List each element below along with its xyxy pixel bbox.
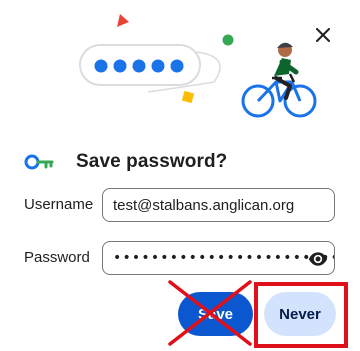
close-icon xyxy=(316,28,330,42)
red-triangle-decoration xyxy=(117,14,129,27)
close-button[interactable] xyxy=(310,22,336,48)
save-button[interactable]: Save xyxy=(178,292,253,336)
green-dot-decoration xyxy=(222,34,234,46)
never-button[interactable]: Never xyxy=(264,292,336,336)
yellow-square-decoration xyxy=(181,90,195,104)
username-field[interactable]: test@stalbans.anglican.org xyxy=(102,188,335,222)
dialog-title: Save password? xyxy=(76,151,228,172)
username-label: Username xyxy=(24,196,94,213)
eye-icon[interactable] xyxy=(308,249,328,269)
password-illustration xyxy=(79,14,317,118)
save-password-dialog: Save password? Username test@stalbans.an… xyxy=(0,0,360,351)
title-row: Save password? xyxy=(24,148,227,176)
key-icon xyxy=(24,154,54,170)
password-value: •••••••••••••••••••••••• xyxy=(113,250,334,266)
cyclist-illustration xyxy=(241,42,317,118)
password-field[interactable]: •••••••••••••••••••••••• xyxy=(102,241,335,275)
username-value: test@stalbans.anglican.org xyxy=(113,196,295,214)
password-label: Password xyxy=(24,249,90,266)
